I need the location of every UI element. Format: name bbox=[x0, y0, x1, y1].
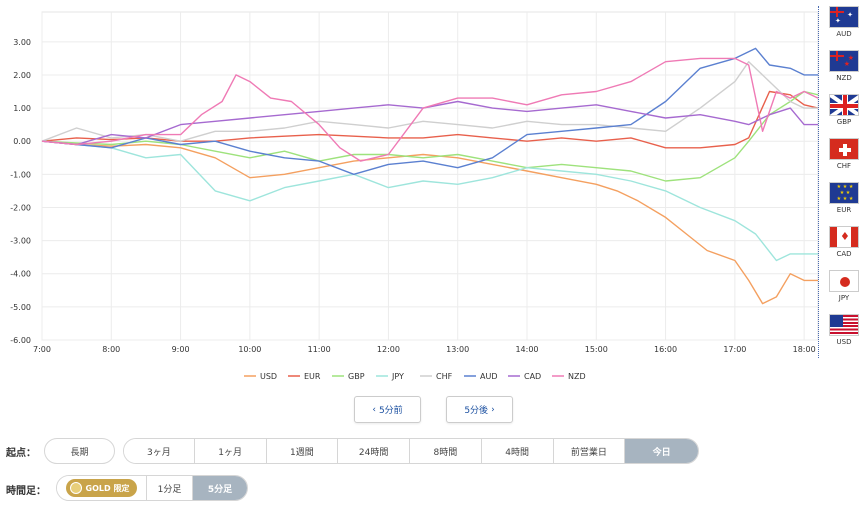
flag-item-chf[interactable]: CHF bbox=[827, 138, 861, 170]
time-frame-option-0[interactable]: 1分足 bbox=[147, 476, 193, 500]
x-tick-label: 14:00 bbox=[515, 345, 538, 354]
prev-5min-button[interactable]: ‹ 5分前 bbox=[354, 396, 421, 423]
legend-label-nzd: NZD bbox=[568, 372, 586, 381]
y-axis-ticks: 3.00 2.00 1.00 0.00 -1.00 -2.00 -3.00 -4.00 -5.0… bbox=[10, 38, 31, 345]
y-tick-label: 3.00 bbox=[13, 38, 31, 47]
swiss-flag-icon bbox=[829, 138, 859, 160]
start-point-selector: 3ヶ月 1ヶ月 1週間 24時間 8時間 4時間 前営業日 今日 bbox=[123, 438, 699, 464]
y-tick-label: -6.00 bbox=[10, 336, 31, 345]
flag-item-eur[interactable]: ★ ★ ★ ★ ★ ★ ★ ★ EUR bbox=[827, 182, 861, 214]
flag-item-aud[interactable]: ✦ ✦ AUD bbox=[827, 6, 861, 38]
y-tick-label: 1.00 bbox=[13, 104, 31, 113]
legend-label-jpy: JPY bbox=[391, 372, 404, 381]
legend-label-gbp: GBP bbox=[348, 372, 365, 381]
y-tick-label: -2.00 bbox=[10, 203, 31, 212]
eu-flag-icon: ★ ★ ★ ★ ★ ★ ★ ★ bbox=[829, 182, 859, 204]
x-tick-label: 11:00 bbox=[308, 345, 331, 354]
legend-label-cad: CAD bbox=[524, 372, 541, 381]
start-option-7[interactable]: 今日 bbox=[625, 439, 698, 463]
plot-area bbox=[41, 11, 819, 341]
start-option-0[interactable]: 3ヶ月 bbox=[124, 439, 195, 463]
chevron-right-icon: › bbox=[491, 404, 495, 415]
x-axis-ticks: 7:00 8:00 9:00 10:00 11:00 12:00 13:00 14:00 15:… bbox=[33, 345, 816, 354]
time-frame-selector: GOLD 限定 1分足 5分足 bbox=[56, 475, 248, 501]
start-option-1[interactable]: 1ヶ月 bbox=[194, 439, 267, 463]
y-tick-label: 0.00 bbox=[13, 137, 31, 146]
x-tick-label: 15:00 bbox=[585, 345, 608, 354]
y-tick-label: -3.00 bbox=[10, 237, 31, 246]
currency-flag-panel: ✦ ✦ AUD ★ ★ NZD GBP CHF ★ ★ ★ ★ ★ ★ ★ ★ EUR ♦ CAD JPY U… bbox=[818, 6, 868, 358]
flag-label: AUD bbox=[836, 30, 852, 38]
start-option-5[interactable]: 4時間 bbox=[481, 439, 554, 463]
uk-flag-icon bbox=[829, 94, 859, 116]
x-tick-label: 7:00 bbox=[33, 345, 51, 354]
flag-label: NZD bbox=[836, 74, 852, 82]
next-label: 5分後 bbox=[464, 406, 489, 416]
gold-coin-icon bbox=[69, 482, 82, 494]
start-option-6[interactable]: 前営業日 bbox=[553, 439, 626, 463]
next-5min-button[interactable]: 5分後 › bbox=[446, 396, 513, 423]
flag-label: EUR bbox=[836, 206, 852, 214]
y-tick-label: -5.00 bbox=[10, 303, 31, 312]
x-tick-label: 8:00 bbox=[102, 345, 120, 354]
time-frame-option-1[interactable]: 5分足 bbox=[193, 476, 247, 500]
flag-item-cad[interactable]: ♦ CAD bbox=[827, 226, 861, 258]
flag-item-nzd[interactable]: ★ ★ NZD bbox=[827, 50, 861, 82]
australia-flag-icon: ✦ ✦ bbox=[829, 6, 859, 28]
start-option-2[interactable]: 1週間 bbox=[266, 439, 339, 463]
legend-label-chf: CHF bbox=[436, 372, 453, 381]
chart-grid bbox=[41, 11, 819, 341]
start-option-3[interactable]: 24時間 bbox=[338, 439, 410, 463]
y-tick-label: -1.00 bbox=[10, 170, 31, 179]
y-tick-label: 2.00 bbox=[13, 71, 31, 80]
start-option-4[interactable]: 8時間 bbox=[410, 439, 482, 463]
flag-label: USD bbox=[836, 338, 852, 346]
start-point-label: 起点： bbox=[6, 448, 36, 459]
usa-flag-icon bbox=[829, 314, 859, 336]
legend-label-usd: USD bbox=[260, 372, 277, 381]
time-frame-label: 時間足： bbox=[6, 486, 46, 497]
prev-label: 5分前 bbox=[378, 406, 403, 416]
flag-item-usd[interactable]: USD bbox=[827, 314, 861, 346]
new-zealand-flag-icon: ★ ★ bbox=[829, 50, 859, 72]
legend-label-aud: AUD bbox=[480, 372, 498, 381]
flag-label: CHF bbox=[836, 162, 852, 170]
chevron-left-icon: ‹ bbox=[372, 404, 376, 415]
canada-flag-icon: ♦ bbox=[829, 226, 859, 248]
x-tick-label: 9:00 bbox=[172, 345, 190, 354]
x-tick-label: 13:00 bbox=[446, 345, 469, 354]
chart-legend: USD EUR GBP JPY CHF AUD CAD NZD bbox=[244, 372, 586, 381]
gold-badge: GOLD 限定 bbox=[65, 479, 138, 497]
japan-flag-icon bbox=[829, 270, 859, 292]
x-tick-label: 18:00 bbox=[793, 345, 816, 354]
currency-strength-chart: 3.00 2.00 1.00 0.00 -1.00 -2.00 -3.00 -4.00 -5.0… bbox=[10, 11, 819, 381]
gold-badge-container: GOLD 限定 bbox=[57, 476, 147, 500]
x-tick-label: 12:00 bbox=[377, 345, 400, 354]
long-term-button[interactable]: 長期 bbox=[44, 438, 115, 464]
x-tick-label: 16:00 bbox=[654, 345, 677, 354]
flag-label: GBP bbox=[836, 118, 852, 126]
flag-label: CAD bbox=[836, 250, 852, 258]
gold-badge-text: GOLD 限定 bbox=[85, 483, 130, 493]
flag-label: JPY bbox=[838, 294, 850, 302]
flag-item-jpy[interactable]: JPY bbox=[827, 270, 861, 302]
legend-label-eur: EUR bbox=[304, 372, 321, 381]
flag-item-gbp[interactable]: GBP bbox=[827, 94, 861, 126]
y-tick-label: -4.00 bbox=[10, 270, 31, 279]
x-tick-label: 10:00 bbox=[238, 345, 261, 354]
x-tick-label: 17:00 bbox=[723, 345, 746, 354]
